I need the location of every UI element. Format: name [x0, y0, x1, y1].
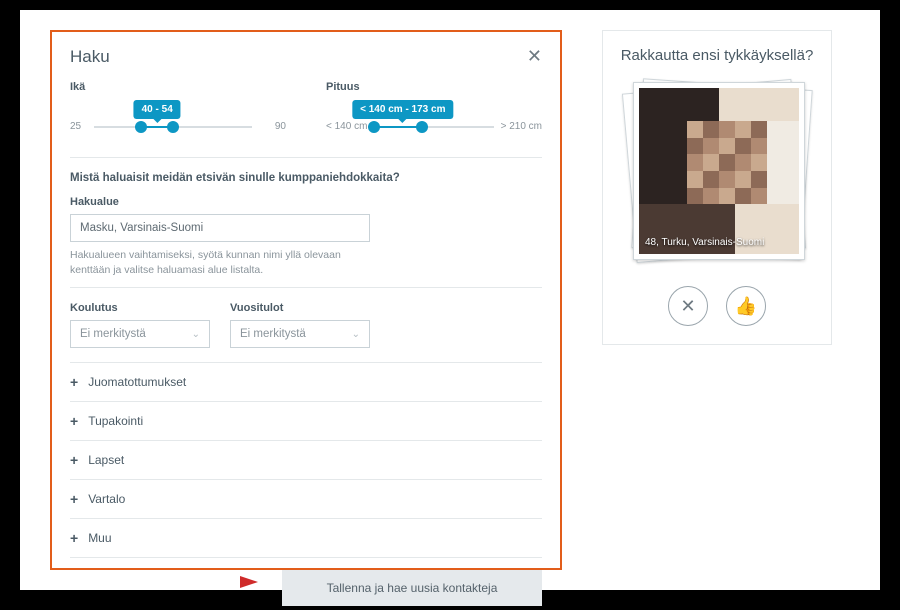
chevron-down-icon: ⌄ [192, 329, 200, 340]
plus-icon: + [70, 530, 78, 546]
age-thumb-low[interactable] [135, 121, 147, 133]
accordion-drinking[interactable]: + Juomatottumukset [70, 362, 542, 401]
area-help: Hakualueen vaihtamiseksi, syötä kunnan n… [70, 248, 370, 277]
close-icon[interactable]: ✕ [527, 46, 542, 67]
accordion-label: Muu [88, 531, 111, 545]
education-select[interactable]: Ei merkitystä ⌄ [70, 320, 210, 348]
match-sidebar: Rakkautta ensi tykkäyksellä? 48, Turku, … [602, 30, 832, 345]
accordion-body[interactable]: + Vartalo [70, 479, 542, 518]
height-max: > 210 cm [501, 121, 542, 132]
age-badge: 40 - 54 [134, 100, 181, 119]
accordion-label: Vartalo [88, 492, 125, 506]
divider [70, 157, 542, 158]
income-select[interactable]: Ei merkitystä ⌄ [230, 320, 370, 348]
accordion-label: Lapset [88, 453, 124, 467]
education-value: Ei merkitystä [80, 328, 146, 340]
age-slider[interactable]: 40 - 54 [94, 126, 252, 128]
panel-title: Haku [70, 47, 110, 67]
search-panel: Haku ✕ Ikä 25 90 40 - 54 Pituus [50, 30, 562, 570]
age-label: Ikä [70, 81, 286, 93]
accordion-children[interactable]: + Lapset [70, 440, 542, 479]
accordion-other[interactable]: + Muu [70, 518, 542, 557]
area-question: Mistä haluaisit meidän etsivän sinulle k… [70, 172, 542, 184]
profile-photo: 48, Turku, Varsinais-Suomi [639, 88, 799, 254]
height-badge: < 140 cm - 173 cm [352, 100, 453, 119]
x-icon: ✕ [680, 296, 695, 317]
submit-button[interactable]: Tallenna ja hae uusia kontakteja [282, 570, 542, 606]
height-label: Pituus [326, 81, 542, 93]
height-thumb-high[interactable] [416, 121, 428, 133]
age-min: 25 [70, 121, 81, 132]
photo-stack[interactable]: 48, Turku, Varsinais-Suomi [627, 78, 807, 268]
dislike-button[interactable]: ✕ [668, 286, 708, 326]
income-value: Ei merkitystä [240, 328, 306, 340]
plus-icon: + [70, 452, 78, 468]
annotation-arrow-icon [90, 572, 260, 592]
accordion-label: Tupakointi [88, 414, 143, 428]
plus-icon: + [70, 374, 78, 390]
accordion-smoking[interactable]: + Tupakointi [70, 401, 542, 440]
sidebar-title: Rakkautta ensi tykkäyksellä? [617, 47, 817, 64]
height-slider[interactable]: < 140 cm - 173 cm [374, 126, 494, 128]
area-input[interactable] [70, 214, 370, 242]
age-thumb-high[interactable] [167, 121, 179, 133]
like-button[interactable]: 👍 [726, 286, 766, 326]
plus-icon: + [70, 413, 78, 429]
height-min: < 140 cm [326, 121, 367, 132]
divider [70, 287, 542, 288]
age-slider-group: Ikä 25 90 40 - 54 [70, 81, 286, 147]
height-thumb-low[interactable] [368, 121, 380, 133]
education-label: Koulutus [70, 302, 210, 314]
thumbs-up-icon: 👍 [735, 296, 757, 317]
income-label: Vuositulot [230, 302, 370, 314]
age-max: 90 [275, 121, 286, 132]
photo-caption: 48, Turku, Varsinais-Suomi [645, 237, 764, 248]
height-slider-group: Pituus < 140 cm > 210 cm < 140 cm - 173 … [326, 81, 542, 147]
accordion-label: Juomatottumukset [88, 375, 186, 389]
area-label: Hakualue [70, 196, 542, 208]
plus-icon: + [70, 491, 78, 507]
chevron-down-icon: ⌄ [352, 329, 360, 340]
